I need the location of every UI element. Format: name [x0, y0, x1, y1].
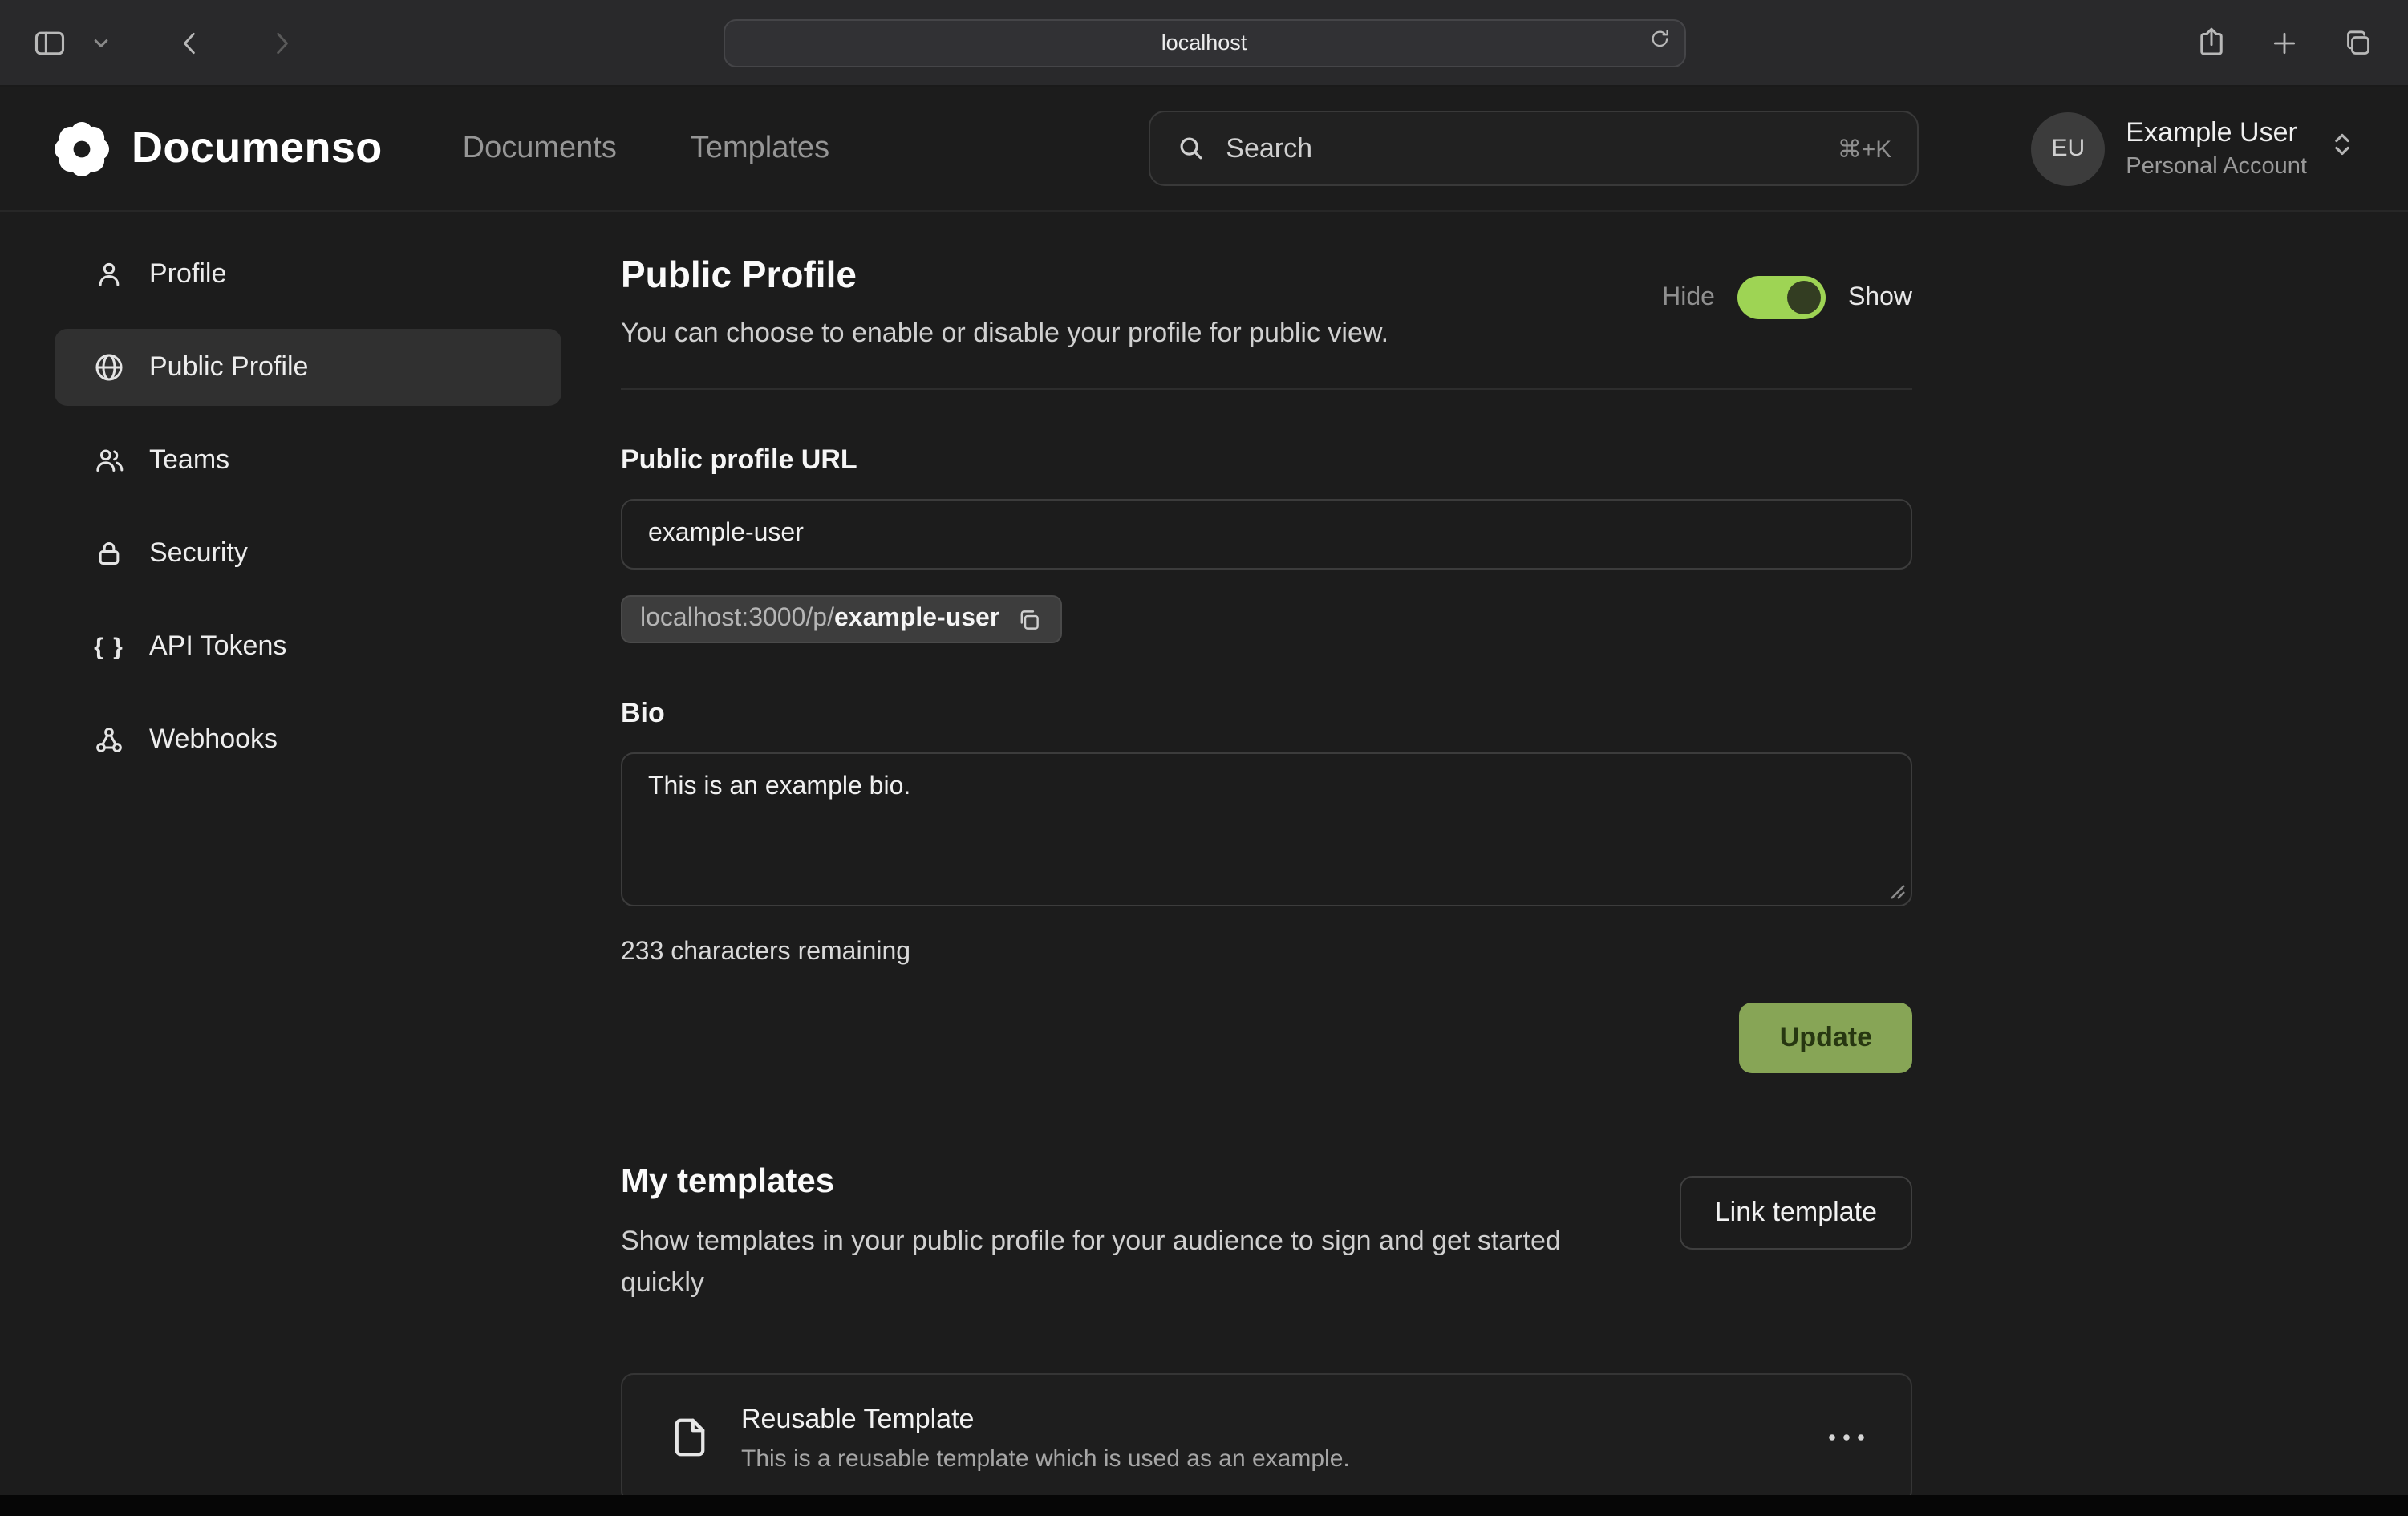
bio-field-label: Bio	[621, 698, 1912, 730]
characters-remaining: 233 characters remaining	[621, 938, 1912, 967]
tab-overview-icon[interactable]	[2337, 22, 2379, 63]
page-title: Public Profile	[621, 253, 1388, 297]
page-subtitle: You can choose to enable or disable your…	[621, 318, 1388, 350]
toggle-hide-label: Hide	[1662, 283, 1715, 312]
sidebar-item-public-profile[interactable]: Public Profile	[55, 329, 561, 406]
webhook-icon	[93, 724, 125, 756]
lock-icon	[93, 537, 125, 570]
user-icon	[93, 258, 125, 290]
back-icon[interactable]	[170, 22, 212, 63]
braces-icon: { }	[93, 633, 125, 660]
users-icon	[93, 444, 125, 476]
search-box[interactable]: ⌘+K	[1149, 111, 1919, 186]
bio-textarea[interactable]: This is an example bio.	[621, 752, 1912, 906]
main-nav: Documents Templates	[463, 131, 829, 166]
chevrons-up-down-icon	[2329, 127, 2355, 170]
settings-sidebar: Profile Public Profile Teams Security { …	[55, 212, 561, 1502]
brand-name: Documenso	[132, 124, 383, 173]
profile-visibility-toggle-group: Hide Show	[1662, 276, 1912, 319]
copy-icon[interactable]	[1015, 606, 1043, 633]
sidebar-item-security[interactable]: Security	[55, 515, 561, 592]
search-icon	[1176, 133, 1206, 164]
template-card: Reusable Template This is a reusable tem…	[621, 1372, 1912, 1502]
nav-documents[interactable]: Documents	[463, 131, 617, 166]
profile-url-input[interactable]	[621, 499, 1912, 570]
template-name: Reusable Template	[741, 1403, 1350, 1435]
url-field-label: Public profile URL	[621, 444, 1912, 476]
profile-visibility-toggle[interactable]	[1737, 276, 1826, 319]
new-tab-icon[interactable]	[2264, 22, 2305, 63]
my-templates-description: Show templates in your public profile fo…	[621, 1221, 1615, 1305]
sidebar-item-api-tokens[interactable]: { } API Tokens	[55, 608, 561, 685]
toolbar-chevron-down-icon[interactable]	[80, 22, 122, 63]
sidebar-item-teams[interactable]: Teams	[55, 422, 561, 499]
url-preview-slug: example-user	[834, 605, 999, 634]
resize-handle[interactable]	[1888, 882, 1907, 902]
sidebar-item-label: Profile	[149, 258, 226, 290]
nav-templates[interactable]: Templates	[691, 131, 829, 166]
sidebar-toggle-icon[interactable]	[29, 22, 71, 63]
browser-toolbar: localhost	[0, 0, 2408, 87]
avatar: EU	[2031, 111, 2105, 185]
brand-link[interactable]: Documenso	[53, 120, 383, 177]
search-shortcut: ⌘+K	[1838, 134, 1892, 163]
my-templates-title: My templates	[621, 1163, 1615, 1202]
app-header: Documenso Documents Templates ⌘+K EU Exa…	[0, 87, 2408, 212]
public-profile-settings: Public Profile You can choose to enable …	[621, 212, 1912, 1502]
toggle-knob	[1787, 281, 1821, 314]
reload-icon[interactable]	[1647, 26, 1671, 59]
search-input[interactable]	[1226, 132, 1837, 164]
sidebar-item-label: API Tokens	[149, 630, 286, 663]
ellipsis-icon	[1826, 1431, 1867, 1444]
share-icon[interactable]	[2190, 22, 2232, 63]
section-divider	[621, 388, 1912, 390]
sidebar-item-label: Security	[149, 537, 248, 570]
address-bar-url: localhost	[1161, 30, 1247, 55]
sidebar-item-label: Public Profile	[149, 351, 308, 383]
sidebar-item-profile[interactable]: Profile	[55, 236, 561, 313]
address-bar[interactable]: localhost	[723, 18, 1685, 67]
app-window: localhost	[0, 0, 2408, 1516]
forward-icon[interactable]	[260, 22, 302, 63]
sidebar-item-webhooks[interactable]: Webhooks	[55, 701, 561, 778]
file-icon	[666, 1413, 714, 1461]
account-name: Example User	[2126, 117, 2307, 149]
update-button[interactable]: Update	[1740, 1003, 1912, 1073]
toggle-show-label: Show	[1848, 283, 1912, 312]
link-template-button[interactable]: Link template	[1680, 1176, 1912, 1250]
account-type: Personal Account	[2126, 154, 2307, 180]
profile-url-preview[interactable]: localhost:3000/p/ example-user	[621, 595, 1062, 643]
documenso-logo-icon	[53, 120, 111, 177]
sidebar-item-label: Teams	[149, 444, 229, 476]
window-bottom-edge	[0, 1495, 2408, 1516]
template-description: This is a reusable template which is use…	[741, 1445, 1350, 1472]
globe-icon	[93, 351, 125, 383]
url-preview-prefix: localhost:3000/p/	[640, 605, 834, 634]
template-menu-button[interactable]	[1826, 1431, 1867, 1444]
sidebar-item-label: Webhooks	[149, 724, 278, 756]
account-menu[interactable]: EU Example User Personal Account	[2031, 111, 2355, 185]
